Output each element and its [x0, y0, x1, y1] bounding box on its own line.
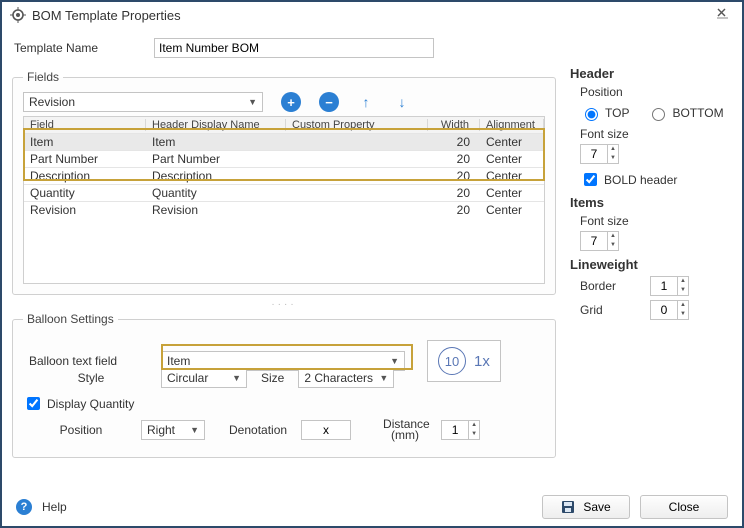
move-up-button[interactable]: ↑: [357, 93, 375, 111]
fields-grid-header: Field Header Display Name Custom Propert…: [24, 116, 544, 133]
grid-label: Grid: [580, 303, 650, 317]
fields-legend: Fields: [23, 70, 63, 84]
app-icon: [10, 7, 26, 23]
table-row[interactable]: Quantity Quantity 20 Center: [24, 184, 544, 201]
border-label: Border: [580, 279, 650, 293]
display-quantity-checkbox[interactable]: Display Quantity: [23, 394, 134, 413]
window-title: BOM Template Properties: [32, 8, 181, 23]
border-spin[interactable]: ▲▼: [650, 276, 689, 296]
items-font-size-input[interactable]: [581, 234, 607, 248]
balloon-distance-label: Distance (mm): [377, 419, 433, 441]
balloon-style-combo[interactable]: Circular ▼: [161, 368, 247, 388]
spin-down-icon[interactable]: ▼: [608, 154, 618, 163]
table-row[interactable]: Description Description 20 Center: [24, 167, 544, 184]
help-label[interactable]: Help: [42, 500, 67, 514]
col-display: Header Display Name: [146, 119, 286, 131]
table-row[interactable]: Revision Revision 20 Center: [24, 201, 544, 218]
balloon-style-label: Style: [23, 371, 153, 385]
save-disk-icon: [561, 500, 575, 514]
field-selector-combo[interactable]: Revision ▼: [23, 92, 263, 112]
table-row[interactable]: Item Item 20 Center: [24, 133, 544, 150]
items-section-title: Items: [570, 195, 732, 210]
spin-down-icon[interactable]: ▼: [678, 286, 688, 295]
field-selector-value: Revision: [29, 95, 246, 109]
header-position-top-radio[interactable]: TOP: [580, 105, 629, 121]
table-row[interactable]: Part Number Part Number 20 Center: [24, 150, 544, 167]
header-position-label: Position: [580, 85, 732, 99]
balloon-distance-spin[interactable]: ▲▼: [441, 420, 480, 440]
col-field: Field: [24, 119, 146, 131]
chevron-down-icon: ▼: [377, 373, 390, 383]
col-custom: Custom Property: [286, 119, 428, 131]
template-name-label: Template Name: [14, 41, 154, 55]
header-section-title: Header: [570, 66, 732, 81]
spin-up-icon[interactable]: ▲: [678, 301, 688, 310]
move-down-button[interactable]: ↓: [393, 93, 411, 111]
close-button[interactable]: Close: [640, 495, 728, 519]
chevron-down-icon: ▼: [188, 425, 201, 435]
balloon-denotation-input[interactable]: [301, 420, 351, 440]
balloon-preview: 10 1x: [427, 340, 501, 382]
balloon-position-label: Position: [23, 423, 133, 437]
header-font-size-spin[interactable]: ▲▼: [580, 144, 619, 164]
add-field-button[interactable]: +: [281, 92, 301, 112]
display-quantity-label: Display Quantity: [47, 397, 134, 411]
spin-down-icon[interactable]: ▼: [678, 310, 688, 319]
balloon-position-combo[interactable]: Right ▼: [141, 420, 205, 440]
col-width: Width: [428, 119, 480, 131]
chevron-down-icon: ▼: [230, 373, 243, 383]
display-quantity-input[interactable]: [27, 397, 40, 410]
chevron-down-icon: ▼: [246, 97, 259, 107]
help-icon[interactable]: ?: [16, 499, 32, 515]
col-align: Alignment: [480, 119, 544, 131]
balloon-legend: Balloon Settings: [23, 312, 118, 326]
spin-up-icon[interactable]: ▲: [608, 232, 618, 241]
balloon-preview-circle: 10: [438, 347, 466, 375]
items-font-size-label: Font size: [580, 214, 732, 228]
lineweight-section-title: Lineweight: [570, 257, 732, 272]
header-position-bottom-radio[interactable]: BOTTOM: [647, 105, 723, 121]
template-name-input[interactable]: [154, 38, 434, 58]
footer: ? Help Save Close: [2, 488, 742, 526]
balloon-text-field-label: Balloon text field: [23, 354, 153, 368]
header-font-size-input[interactable]: [581, 147, 607, 161]
border-input[interactable]: [651, 279, 677, 293]
spin-up-icon[interactable]: ▲: [678, 277, 688, 286]
spin-up-icon[interactable]: ▲: [608, 145, 618, 154]
titlebar: BOM Template Properties: [2, 2, 742, 28]
spin-up-icon[interactable]: ▲: [469, 421, 479, 430]
header-font-size-label: Font size: [580, 127, 732, 141]
save-button[interactable]: Save: [542, 495, 630, 519]
items-font-size-spin[interactable]: ▲▼: [580, 231, 619, 251]
grid-input[interactable]: [651, 303, 677, 317]
balloon-section: Balloon Settings Balloon text field Item…: [12, 312, 556, 458]
template-name-row: Template Name: [14, 38, 556, 58]
grid-spin[interactable]: ▲▼: [650, 300, 689, 320]
remove-field-button[interactable]: −: [319, 92, 339, 112]
balloon-size-label: Size: [255, 371, 290, 385]
balloon-preview-text: 1x: [474, 353, 490, 370]
balloon-denotation-label: Denotation: [223, 423, 293, 437]
window-close-button[interactable]: [712, 7, 734, 23]
fields-section: Fields Revision ▼ + − ↑ ↓ Field Header D…: [12, 70, 556, 295]
fields-grid: Field Header Display Name Custom Propert…: [23, 116, 545, 284]
spin-down-icon[interactable]: ▼: [469, 430, 479, 439]
balloon-size-combo[interactable]: 2 Characters ▼: [298, 368, 394, 388]
splitter-handle[interactable]: ····: [12, 299, 556, 310]
balloon-distance-input[interactable]: [442, 423, 468, 437]
chevron-down-icon: ▼: [388, 356, 401, 366]
bold-header-checkbox[interactable]: BOLD header: [580, 170, 677, 189]
spin-down-icon[interactable]: ▼: [608, 241, 618, 250]
